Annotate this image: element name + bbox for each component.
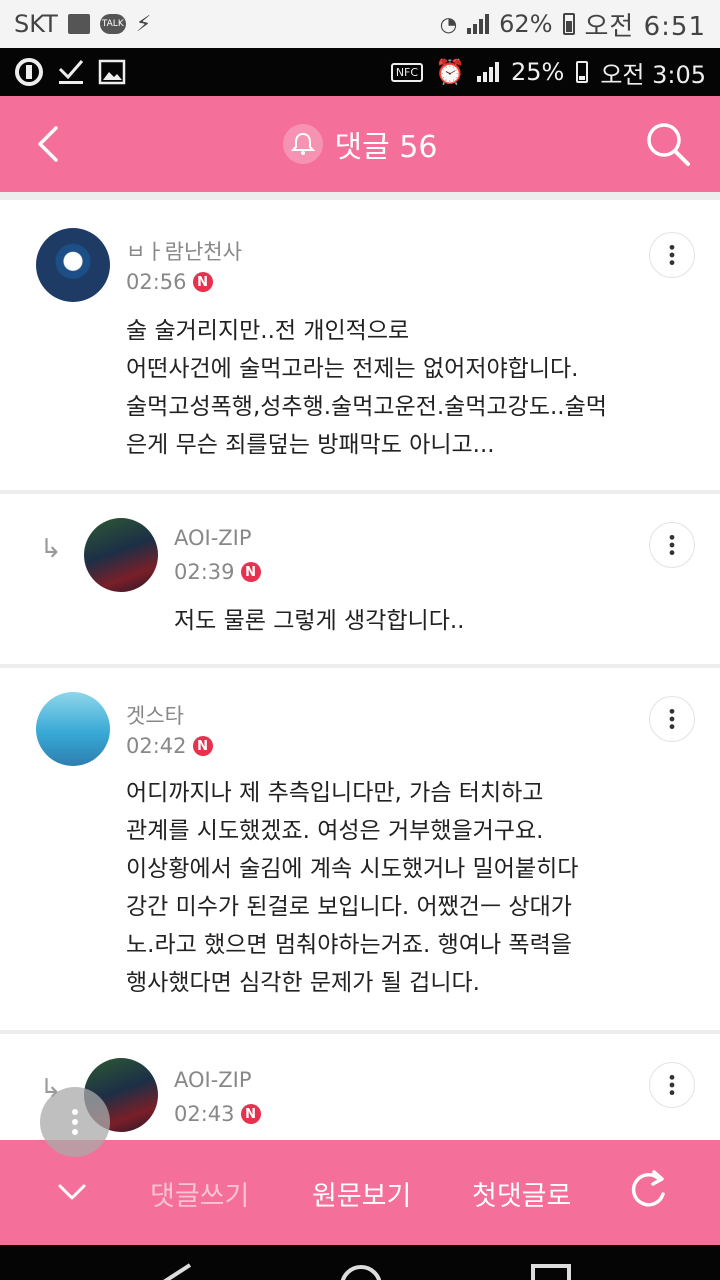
inner-signal-icon — [476, 62, 499, 82]
view-original-button[interactable]: 원문보기 — [312, 1174, 411, 1213]
nav-recents-icon[interactable] — [530, 1263, 572, 1280]
inner-clock: 오전 3:05 — [600, 60, 706, 89]
more-vertical-icon[interactable] — [649, 1062, 695, 1108]
inner-status-bar: NFC ⏰ 25% 오전 3:05 — [0, 48, 720, 96]
signal-icon — [467, 14, 490, 34]
bottom-action-bar: 댓글쓰기 원문보기 첫댓글로 — [0, 1140, 720, 1245]
comment-time-text: 02:56 — [126, 270, 187, 294]
more-vertical-icon[interactable] — [649, 696, 695, 742]
header-title-group: 댓글 56 — [282, 122, 438, 166]
comment-time: 02:42 N — [126, 734, 213, 758]
comment-time: 02:39 N — [174, 560, 261, 584]
wifi-icon: ◔ — [439, 12, 458, 36]
floating-menu-button[interactable] — [40, 1087, 110, 1157]
system-navigation-bar — [0, 1245, 720, 1280]
comment-time-text: 02:39 — [174, 560, 235, 584]
comment-time: 02:43 N — [174, 1102, 261, 1126]
comment-author[interactable]: AOI-ZIP — [174, 526, 252, 550]
comment-item: ㅂㅏ람난천사 02:56 N 술 술거리지만..전 개인적으로 어떤사건에 술먹… — [0, 200, 720, 490]
outer-battery-label: 62% — [499, 10, 553, 38]
comment-time-text: 02:43 — [174, 1102, 235, 1126]
talk-notification-icon: TALK — [99, 14, 126, 34]
comments-header: 댓글 56 — [0, 96, 720, 192]
avatar[interactable] — [36, 692, 110, 766]
comment-text: 저도 물론 그렇게 생각합니다.. — [174, 608, 465, 634]
inner-battery-icon — [576, 61, 589, 83]
avatar[interactable] — [84, 518, 158, 592]
first-comment-button[interactable]: 첫댓글로 — [472, 1174, 571, 1213]
refresh-icon[interactable] — [626, 1168, 670, 1212]
nav-back-icon[interactable] — [150, 1261, 194, 1280]
new-badge: N — [192, 272, 213, 292]
comment-text: 술 술거리지만..전 개인적으로 어떤사건에 술먹고라는 전제는 없어저야합니다… — [126, 318, 607, 458]
app-logo-icon — [15, 58, 43, 86]
alarm-icon: ⏰ — [435, 58, 465, 86]
comment-time: 02:56 N — [126, 270, 213, 294]
download-check-icon — [58, 60, 84, 84]
page-title: 댓글 56 — [334, 130, 438, 165]
app-notification-icon: ⚡ — [135, 11, 152, 37]
inner-battery-label: 25% — [510, 58, 565, 86]
image-notification-icon — [67, 14, 90, 34]
reply-item: ↳ AOI-ZIP 02:39 N 저도 물론 그렇게 생각합니다.. — [0, 494, 720, 664]
chevron-down-icon[interactable] — [56, 1180, 88, 1204]
carrier-label: SKT — [14, 10, 58, 38]
comment-author[interactable]: 겟스타 — [126, 700, 184, 730]
outer-battery-icon — [562, 13, 575, 35]
comment-time-text: 02:42 — [126, 734, 187, 758]
bell-icon[interactable] — [282, 124, 323, 164]
avatar[interactable] — [36, 228, 110, 302]
outer-status-bar: SKT TALK ⚡ ◔ 62% 오전 6:51 — [0, 0, 720, 48]
reply-arrow-icon: ↳ — [40, 534, 62, 564]
search-icon[interactable] — [642, 118, 694, 170]
comment-list[interactable]: ㅂㅏ람난천사 02:56 N 술 술거리지만..전 개인적으로 어떤사건에 술먹… — [0, 192, 720, 1140]
write-comment-button[interactable]: 댓글쓰기 — [150, 1174, 249, 1213]
new-badge: N — [240, 562, 261, 582]
new-badge: N — [192, 736, 213, 756]
nav-home-icon[interactable] — [338, 1263, 384, 1280]
more-vertical-icon[interactable] — [649, 522, 695, 568]
divider — [0, 192, 720, 200]
more-vertical-icon — [72, 1109, 78, 1135]
image-icon — [98, 59, 126, 85]
more-vertical-icon[interactable] — [649, 232, 695, 278]
comment-author[interactable]: ㅂㅏ람난천사 — [126, 236, 242, 266]
comment-text: 어디까지나 제 추측입니다만, 가슴 터치하고 관계를 시도했겠죠. 여성은 거… — [126, 780, 579, 996]
back-icon[interactable] — [26, 120, 74, 168]
new-badge: N — [240, 1104, 261, 1124]
nfc-icon: NFC — [390, 62, 424, 82]
outer-clock: 오전 6:51 — [584, 11, 706, 42]
comment-item: 겟스타 02:42 N 어디까지나 제 추측입니다만, 가슴 터치하고 관계를 … — [0, 668, 720, 1030]
comment-author[interactable]: AOI-ZIP — [174, 1068, 252, 1092]
